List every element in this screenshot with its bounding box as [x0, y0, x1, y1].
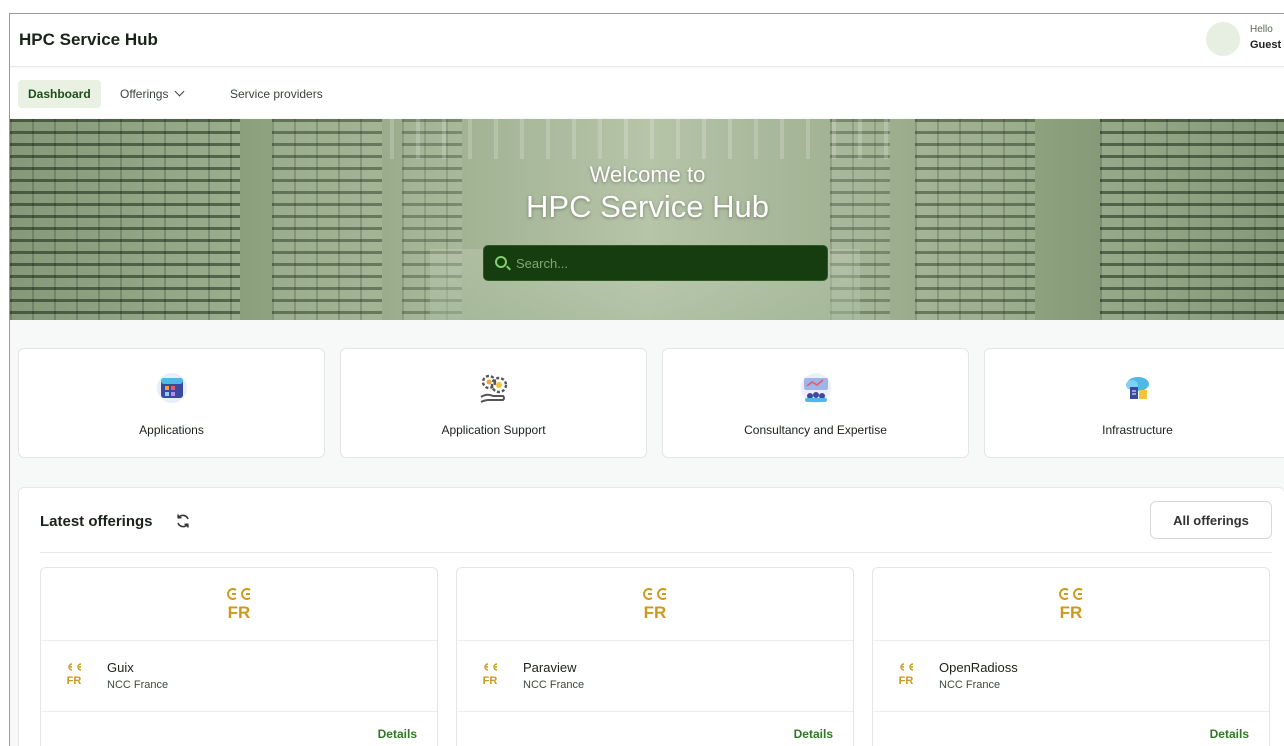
consultancy-icon — [800, 373, 831, 403]
offering-name[interactable]: Guix — [107, 660, 134, 675]
category-label: Applications — [139, 423, 204, 437]
details-link[interactable]: Details — [1210, 727, 1249, 741]
category-label: Consultancy and Expertise — [744, 423, 887, 437]
category-label: Infrastructure — [1102, 423, 1173, 437]
chevron-down-icon — [175, 86, 185, 97]
category-consultancy[interactable]: Consultancy and Expertise — [662, 348, 969, 458]
user-name[interactable]: Guest — [1250, 39, 1281, 51]
search-box[interactable] — [483, 245, 828, 281]
divider — [457, 640, 853, 641]
category-infrastructure[interactable]: Infrastructure — [984, 348, 1284, 458]
nav-item-service-providers[interactable]: Service providers — [220, 80, 333, 108]
search-icon — [495, 256, 507, 268]
hero-welcome: Welcome to — [589, 162, 706, 187]
section-title: Latest offerings — [40, 513, 153, 530]
app-window: HPC Service Hub Hello Guest Dashboard Of… — [9, 13, 1284, 746]
refresh-icon[interactable] — [175, 513, 191, 529]
top-bar: HPC Service Hub Hello Guest — [10, 14, 1284, 67]
divider — [40, 552, 1272, 553]
category-application-support[interactable]: Application Support — [340, 348, 647, 458]
ncc-france-logo: FR — [899, 663, 914, 687]
logo-text: FR — [228, 603, 251, 622]
offering-card[interactable]: FR FR Paraview NCC France Details — [456, 567, 854, 746]
details-link[interactable]: Details — [794, 727, 833, 741]
greeting-text: Hello — [1250, 24, 1273, 35]
hero-title: HPC Service Hub — [526, 189, 769, 224]
hero-banner: Welcome to HPC Service Hub — [10, 119, 1284, 320]
ceiling-lights — [390, 119, 910, 159]
nav-item-label: Dashboard — [28, 87, 91, 101]
offering-name[interactable]: OpenRadioss — [939, 660, 1018, 675]
logo-text: FR — [899, 675, 914, 687]
logo-text: FR — [483, 675, 498, 687]
avatar[interactable] — [1206, 22, 1240, 56]
nav-item-dashboard[interactable]: Dashboard — [18, 80, 101, 108]
offering-provider: NCC France — [523, 679, 585, 691]
application-support-icon — [479, 374, 507, 403]
brand-title[interactable]: HPC Service Hub — [19, 30, 158, 50]
offering-provider: NCC France — [939, 679, 1001, 691]
divider — [41, 640, 437, 641]
logo-text: FR — [67, 675, 82, 687]
ncc-france-logo: FR — [227, 588, 251, 622]
latest-offerings-panel: Latest offerings All offerings FR FR Gui… — [18, 487, 1284, 746]
nav-item-label: Offerings — [120, 87, 169, 101]
ncc-france-logo: FR — [67, 663, 82, 687]
applications-icon — [156, 373, 187, 403]
offering-name[interactable]: Paraview — [523, 660, 576, 675]
details-link[interactable]: Details — [378, 727, 417, 741]
divider — [41, 711, 437, 712]
main-nav: Dashboard Offerings Service providers — [10, 68, 1284, 118]
nav-item-offerings[interactable]: Offerings — [110, 80, 193, 108]
search-input[interactable] — [516, 246, 816, 280]
all-offerings-button[interactable]: All offerings — [1150, 501, 1272, 539]
divider — [873, 640, 1269, 641]
offering-provider: NCC France — [107, 679, 169, 691]
divider — [457, 711, 853, 712]
infrastructure-icon — [1125, 377, 1149, 399]
ncc-france-logo: FR — [643, 588, 667, 622]
ncc-france-logo: FR — [1059, 588, 1083, 622]
ncc-france-logo: FR — [483, 663, 498, 687]
nav-item-label: Service providers — [230, 87, 323, 101]
offering-card[interactable]: FR FR Guix NCC France Details — [40, 567, 438, 746]
category-label: Application Support — [441, 423, 546, 437]
logo-text: FR — [644, 603, 667, 622]
divider — [873, 711, 1269, 712]
offering-card[interactable]: FR FR OpenRadioss NCC France Details — [872, 567, 1270, 746]
category-applications[interactable]: Applications — [18, 348, 325, 458]
logo-text: FR — [1060, 603, 1083, 622]
